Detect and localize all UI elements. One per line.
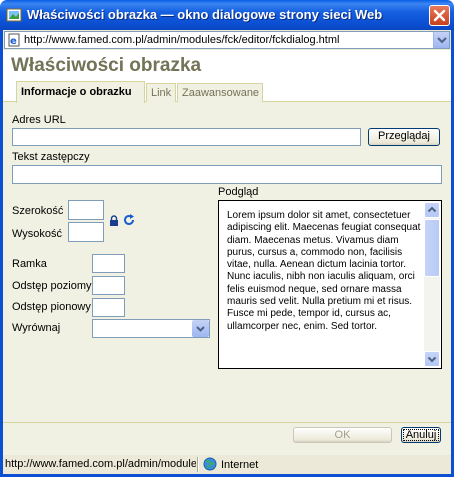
window-title: Właściwości obrazka — okno dialogowe str… bbox=[27, 7, 383, 22]
status-url: http://www.famed.com.pl/admin/modules/fc… bbox=[5, 458, 196, 470]
address-url: http://www.famed.com.pl/admin/modules/fc… bbox=[24, 34, 340, 46]
scroll-down-button[interactable] bbox=[424, 351, 440, 367]
reset-size-icon[interactable] bbox=[123, 214, 135, 226]
svg-text:e: e bbox=[10, 36, 17, 47]
browse-button[interactable]: Przeglądaj bbox=[368, 128, 440, 146]
alt-text-label: Tekst zastępczy bbox=[12, 151, 90, 163]
height-label: Wysokość bbox=[12, 228, 63, 240]
preview-scrollbar[interactable] bbox=[424, 202, 440, 367]
close-button[interactable] bbox=[429, 5, 450, 26]
address-dropdown-button[interactable] bbox=[433, 32, 449, 48]
chevron-down-icon bbox=[437, 37, 447, 44]
tab-strip: Informacje o obrazku Link Zaawansowane bbox=[3, 80, 451, 103]
url-label: Adres URL bbox=[12, 114, 66, 126]
image-properties-dialog: Właściwości obrazka Informacje o obrazku… bbox=[0, 50, 454, 455]
globe-icon bbox=[203, 457, 217, 471]
border-input[interactable] bbox=[92, 254, 125, 273]
ok-button[interactable]: OK bbox=[293, 427, 392, 443]
chevron-down-icon bbox=[427, 356, 437, 363]
chevron-down-icon bbox=[196, 326, 205, 332]
status-bar: http://www.famed.com.pl/admin/modules/fc… bbox=[0, 455, 454, 477]
chevron-up-icon bbox=[427, 206, 437, 213]
dialog-title: Właściwości obrazka bbox=[11, 55, 202, 76]
tab-link[interactable]: Link bbox=[146, 83, 176, 102]
scroll-up-button[interactable] bbox=[424, 202, 440, 218]
address-field[interactable]: e http://www.famed.com.pl/admin/modules/… bbox=[4, 31, 450, 49]
width-input[interactable] bbox=[68, 200, 104, 220]
ie-page-icon: e bbox=[8, 33, 20, 47]
tab-image-info[interactable]: Informacje o obrazku bbox=[16, 81, 145, 103]
align-select[interactable] bbox=[92, 319, 210, 338]
dialog-footer: OK Anuluj bbox=[3, 422, 451, 455]
address-bar: e http://www.famed.com.pl/admin/modules/… bbox=[0, 30, 454, 50]
border-label: Ramka bbox=[12, 258, 47, 270]
scroll-thumb[interactable] bbox=[424, 219, 440, 277]
preview-box: Lorem ipsum dolor sit amet, consectetuer… bbox=[218, 200, 442, 369]
preview-text: Lorem ipsum dolor sit amet, consectetuer… bbox=[227, 210, 421, 332]
hspace-label: Odstęp poziomy bbox=[12, 280, 92, 292]
url-input[interactable] bbox=[12, 128, 361, 146]
dialog-header: Właściwości obrazka bbox=[3, 50, 451, 82]
vspace-label: Odstęp pionowy bbox=[12, 301, 91, 313]
align-dropdown-button[interactable] bbox=[192, 320, 209, 337]
height-input[interactable] bbox=[68, 222, 104, 242]
status-zone-label: Internet bbox=[221, 459, 259, 471]
cancel-button[interactable]: Anuluj bbox=[401, 427, 441, 443]
window-titlebar: Właściwości obrazka — okno dialogowe str… bbox=[0, 0, 454, 30]
vspace-input[interactable] bbox=[92, 298, 125, 317]
align-label: Wyrównaj bbox=[12, 322, 61, 334]
tab-advanced[interactable]: Zaawansowane bbox=[177, 83, 263, 102]
status-separator bbox=[197, 457, 199, 472]
hspace-input[interactable] bbox=[92, 276, 125, 295]
preview-label: Podgląd bbox=[218, 186, 259, 198]
lock-ratio-icon[interactable] bbox=[109, 215, 119, 226]
close-icon bbox=[433, 9, 446, 22]
tab-content: Adres URL Przeglądaj Tekst zastępczy Sze… bbox=[3, 102, 451, 422]
status-zone: Internet bbox=[203, 457, 258, 471]
alt-text-input[interactable] bbox=[12, 165, 442, 184]
picture-icon bbox=[6, 8, 22, 22]
width-label: Szerokość bbox=[12, 205, 64, 217]
